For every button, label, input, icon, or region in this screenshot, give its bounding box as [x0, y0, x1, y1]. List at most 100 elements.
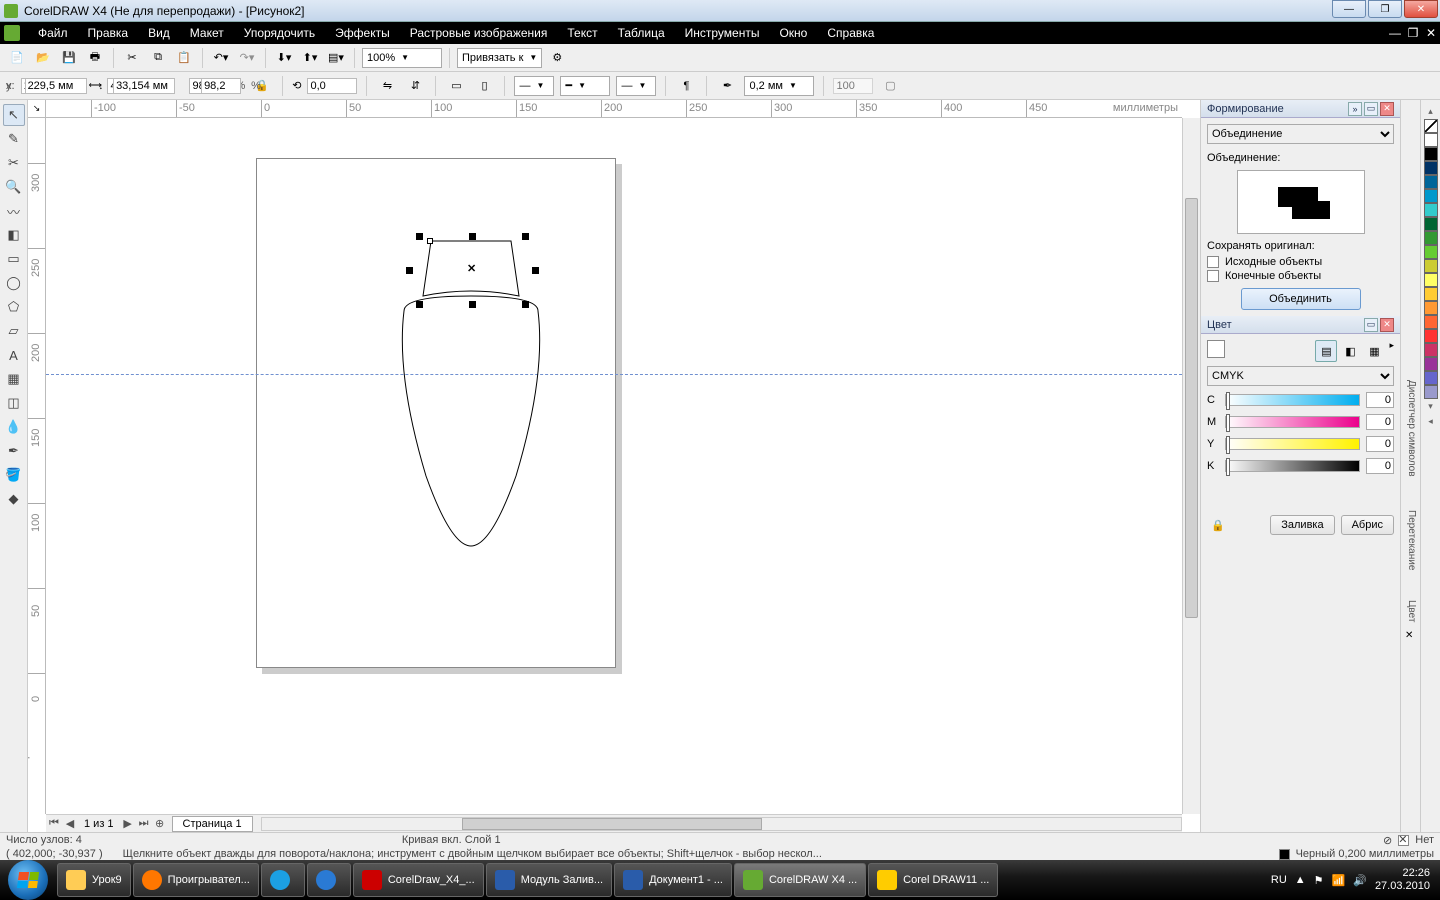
- undo-button[interactable]: ↶▾: [210, 47, 232, 69]
- color-sliders-button[interactable]: ▤: [1315, 340, 1337, 362]
- guide-line[interactable]: [46, 374, 1182, 375]
- menu-text[interactable]: Текст: [557, 26, 607, 40]
- task-explorer[interactable]: Урок9: [57, 863, 131, 897]
- tray-icon[interactable]: ▲: [1295, 874, 1306, 886]
- ruler-horizontal[interactable]: -100-50050100150200250300350400450 милли…: [46, 100, 1182, 118]
- eyedropper-tool[interactable]: 💧: [3, 416, 25, 438]
- import-button[interactable]: ⬇▾: [273, 47, 295, 69]
- ruler-vertical[interactable]: 300250200150100500 миллиметры: [28, 118, 46, 814]
- save-button[interactable]: 💾: [58, 47, 80, 69]
- no-color-swatch[interactable]: [1424, 119, 1438, 133]
- start-button[interactable]: [8, 860, 48, 900]
- palette-swatch[interactable]: [1424, 371, 1438, 385]
- line-style-combo[interactable]: ━▼: [560, 76, 610, 96]
- palette-up-button[interactable]: ▴: [1428, 106, 1433, 117]
- menu-edit[interactable]: Правка: [78, 26, 139, 40]
- pos-y-input[interactable]: [25, 78, 87, 94]
- angle-input[interactable]: [307, 78, 357, 94]
- line-start-combo[interactable]: —▼: [514, 76, 554, 96]
- palette-swatch[interactable]: [1424, 133, 1438, 147]
- palette-swatch[interactable]: [1424, 217, 1438, 231]
- maximize-button[interactable]: ❐: [1368, 0, 1402, 18]
- palette-swatch[interactable]: [1424, 301, 1438, 315]
- order-button[interactable]: ▯: [473, 75, 495, 97]
- ellipse-tool[interactable]: ◯: [3, 272, 25, 294]
- color-docker-close-button[interactable]: ✕: [1380, 318, 1394, 332]
- color-docker-title[interactable]: Цвет ▭✕: [1201, 316, 1400, 334]
- cyan-slider[interactable]: [1225, 394, 1360, 406]
- print-button[interactable]: 🖶: [84, 47, 106, 69]
- color-docker-undock-button[interactable]: ▭: [1364, 318, 1378, 332]
- task-coreldraw[interactable]: CorelDRAW X4 ...: [734, 863, 866, 897]
- freehand-tool[interactable]: 〰: [3, 200, 25, 222]
- target-objects-checkbox[interactable]: Конечные объекты: [1207, 270, 1394, 282]
- menu-effects[interactable]: Эффекты: [325, 26, 400, 40]
- menu-bitmaps[interactable]: Растровые изображения: [400, 26, 558, 40]
- page-next-button[interactable]: ▶: [120, 817, 136, 830]
- palette-swatch[interactable]: [1424, 189, 1438, 203]
- pick-tool[interactable]: ↖: [3, 104, 25, 126]
- new-button[interactable]: 📄: [6, 47, 28, 69]
- redo-button[interactable]: ↷▾: [236, 47, 258, 69]
- black-slider[interactable]: [1225, 460, 1360, 472]
- convert-button[interactable]: ▢: [879, 75, 901, 97]
- color-palette-button[interactable]: ▦: [1363, 340, 1385, 362]
- task-word1[interactable]: Модуль Залив...: [486, 863, 612, 897]
- shaping-docker-title[interactable]: Формирование »▭✕: [1201, 100, 1400, 118]
- outline-width-combo[interactable]: 0,2 мм▼: [744, 76, 814, 96]
- snap-combo[interactable]: Привязать к▼: [457, 48, 542, 68]
- palette-swatch[interactable]: [1424, 203, 1438, 217]
- palette-swatch[interactable]: [1424, 147, 1438, 161]
- horizontal-scrollbar[interactable]: [261, 817, 1182, 831]
- tray-lang[interactable]: RU: [1271, 874, 1287, 886]
- ruler-origin[interactable]: ↘: [28, 100, 46, 118]
- wrap-button[interactable]: ¶: [675, 75, 697, 97]
- smart-fill-tool[interactable]: ◧: [3, 224, 25, 246]
- palette-swatch[interactable]: [1424, 357, 1438, 371]
- mdi-restore-button[interactable]: ❐: [1404, 26, 1422, 40]
- task-ie[interactable]: [307, 863, 351, 897]
- mdi-minimize-button[interactable]: ―: [1386, 26, 1404, 40]
- palette-flyout-button[interactable]: ◂: [1428, 416, 1433, 427]
- text-tool[interactable]: A: [3, 344, 25, 366]
- zoom-tool[interactable]: 🔍: [3, 176, 25, 198]
- task-star[interactable]: Corel DRAW11 ...: [868, 863, 998, 897]
- copy-button[interactable]: ⧉: [147, 47, 169, 69]
- outline-button[interactable]: Абрис: [1341, 515, 1394, 535]
- table-tool[interactable]: ▦: [3, 368, 25, 390]
- docker-undock-button[interactable]: ▭: [1364, 102, 1378, 116]
- palette-swatch[interactable]: [1424, 273, 1438, 287]
- page-last-button[interactable]: ⏭: [136, 817, 152, 830]
- cut-button[interactable]: ✂: [121, 47, 143, 69]
- interactive-fill-tool[interactable]: ◆: [3, 488, 25, 510]
- menu-help[interactable]: Справка: [817, 26, 884, 40]
- rectangle-tool[interactable]: ▭: [3, 248, 25, 270]
- cyan-input[interactable]: [1366, 392, 1394, 408]
- menu-arrange[interactable]: Упорядочить: [234, 26, 325, 40]
- scale-y-input[interactable]: [201, 78, 241, 94]
- source-objects-checkbox[interactable]: Исходные объекты: [1207, 256, 1394, 268]
- task-pdf[interactable]: CorelDraw_X4_...: [353, 863, 484, 897]
- color-model-select[interactable]: CMYK: [1207, 366, 1394, 386]
- outline-pen-button[interactable]: ✒: [716, 75, 738, 97]
- tray-network-icon[interactable]: 📶: [1332, 874, 1346, 887]
- shape-tool[interactable]: ✎: [3, 128, 25, 150]
- fill-button[interactable]: Заливка: [1270, 515, 1334, 535]
- menu-table[interactable]: Таблица: [608, 26, 675, 40]
- tray-flag-icon[interactable]: ⚑: [1314, 874, 1324, 887]
- export-button[interactable]: ⬆▾: [299, 47, 321, 69]
- open-button[interactable]: 📂: [32, 47, 54, 69]
- menu-view[interactable]: Вид: [138, 26, 180, 40]
- vertical-scrollbar[interactable]: [1182, 118, 1200, 814]
- color-flyout-button[interactable]: ▸: [1389, 340, 1394, 362]
- yellow-input[interactable]: [1366, 436, 1394, 452]
- page-prev-button[interactable]: ◀: [62, 817, 78, 830]
- fill-tool[interactable]: 🪣: [3, 464, 25, 486]
- black-input[interactable]: [1366, 458, 1394, 474]
- docker-collapse-button[interactable]: »: [1348, 102, 1362, 116]
- palette-swatch[interactable]: [1424, 161, 1438, 175]
- page-tab[interactable]: Страница 1: [172, 816, 253, 832]
- docker-close-button[interactable]: ✕: [1380, 102, 1394, 116]
- color-viewer-button[interactable]: ◧: [1339, 340, 1361, 362]
- outline-tool[interactable]: ✒: [3, 440, 25, 462]
